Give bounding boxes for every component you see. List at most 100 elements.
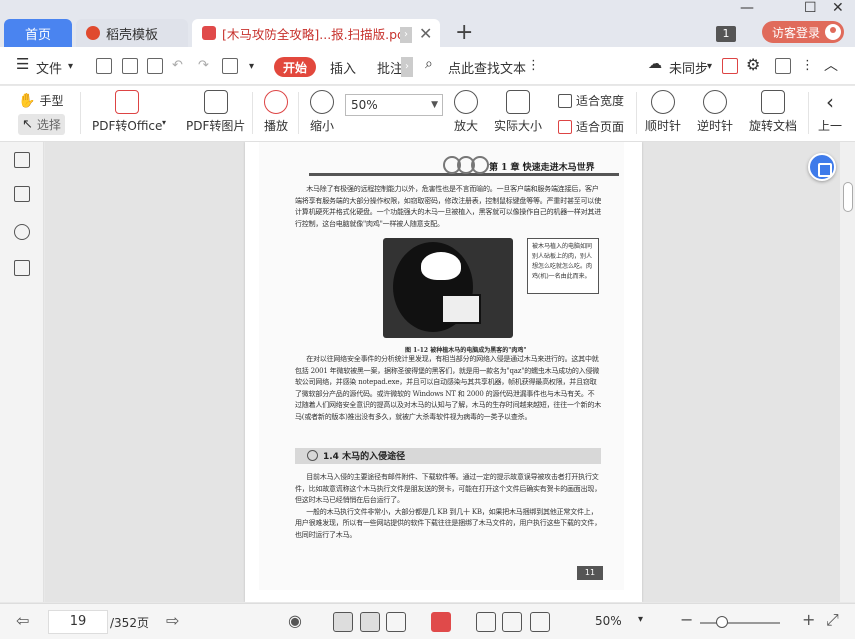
search-icon[interactable]: ⌕ [425,56,433,72]
tab-document-label: [木马攻防全攻略]...报.扫描版.pdf [222,26,410,42]
more-dropdown-icon[interactable]: ▾ [249,61,254,72]
close-window-icon[interactable]: ✕ [832,0,844,16]
single-page-view-icon[interactable] [360,612,380,632]
more-icon[interactable]: ⋮ [801,58,814,73]
menu-file[interactable]: 文件 [36,58,62,77]
tab-overflow-arrow[interactable]: › [400,27,412,43]
open-folder-icon[interactable] [96,58,112,74]
pdf-to-image-button[interactable]: PDF转图片 [186,90,245,134]
close-tab-icon[interactable]: ✕ [419,24,432,43]
menu-overflow-arrow[interactable]: › [401,57,413,77]
next-page-arrow-icon[interactable]: ⇨ [166,611,179,630]
fullscreen-icon[interactable]: ⤢ [826,610,839,630]
left-sidebar [0,142,44,602]
minimize-icon[interactable]: — [740,0,754,16]
new-tab-icon[interactable]: + [455,20,473,45]
collapse-ribbon-icon[interactable]: ︿ [824,55,838,75]
avatar-icon [825,24,841,40]
zoom-dropdown-icon[interactable]: ▾ [638,614,643,625]
chapter-title: 第 1 章 快速走进木马世界 [489,163,595,173]
annotation-icon[interactable] [14,224,30,240]
monster-face [421,252,461,280]
maximize-icon[interactable]: ☐ [804,0,817,16]
paragraph-text: 木马除了有极强的远程控制能力以外，危害性也是不言而喻的。一旦客户端和服务端连接后… [295,185,601,228]
hand-icon: ✋ [18,92,36,109]
rotate-document-button[interactable]: 旋转文档 [749,90,797,134]
thumbnail-icon[interactable] [14,186,30,202]
bookmark-icon[interactable] [14,260,30,276]
paragraph-text: 一般的木马执行文件非常小，大部分都是几 KB 到几十 KB，如果把木马捆绑到其他… [295,507,601,539]
continuous-view-icon[interactable] [333,612,353,632]
zoom-slider-knob[interactable] [716,616,728,628]
outline-icon[interactable] [14,152,30,168]
settings-gear-icon[interactable]: ⚙ [746,55,760,74]
undo-icon[interactable]: ↶ [172,58,183,73]
zoom-out-button[interactable]: 缩小 [310,90,334,134]
play-slideshow-icon[interactable] [431,612,451,632]
zoom-in-plus-icon[interactable]: + [802,610,815,629]
print-icon[interactable] [147,58,163,74]
actual-size-status-icon[interactable] [476,612,496,632]
rotate-counterclockwise-button[interactable]: 逆时针 [697,90,733,134]
previous-page-button[interactable]: ‹ 上一 [818,90,842,134]
rotate-ccw-icon [703,90,727,114]
image-icon [203,90,228,114]
actual-size-button[interactable]: 实际大小 [494,90,542,134]
toolbar-divider [808,92,809,134]
more-options-icon[interactable]: ⋮ [527,58,540,73]
page-number-badge: 11 [577,566,603,580]
zoom-in-button[interactable]: 放大 [454,90,478,134]
fit-width-button[interactable]: 适合宽度 [558,92,624,109]
save-icon[interactable] [122,58,138,74]
window-count-badge[interactable]: 1 [716,26,736,42]
zoom-out-label: 缩小 [310,119,335,133]
sync-dropdown-icon[interactable]: ▾ [707,61,712,72]
rotate-document-label: 旋转文档 [749,119,798,133]
paragraph: 目前木马入侵的主要途径有邮件附件、下载软件等。通过一定的提示故意误导被攻击者打开… [295,472,601,541]
two-page-view-icon[interactable] [386,612,406,632]
zoom-select[interactable]: 50% ▼ [345,94,443,116]
previous-page-label: 上一 [818,119,843,133]
redo-icon[interactable]: ↷ [198,58,209,73]
rotate-cw-label: 顺时针 [645,119,682,133]
rotate-clockwise-button[interactable]: 顺时针 [645,90,681,134]
previous-page-arrow-icon[interactable]: ⇦ [16,611,29,630]
play-icon [264,90,288,114]
menu-insert[interactable]: 插入 [330,58,356,77]
fit-page-button[interactable]: 适合页面 [558,118,624,135]
pdf-convert-icon[interactable] [222,58,238,74]
select-tool[interactable]: ↖ 选择 [18,114,65,135]
share-icon[interactable] [722,58,738,74]
pdf-to-office-dropdown-icon[interactable]: ▾ [162,118,166,127]
page-number-input[interactable]: 19 [48,610,108,634]
eye-protection-icon[interactable]: ◉ [288,611,302,630]
zoom-out-minus-icon[interactable]: − [680,610,693,629]
pdf-to-office-button[interactable]: PDF转Office [92,90,162,134]
chevron-down-icon[interactable]: ▾ [68,61,73,72]
paragraph-text: 目前木马入侵的主要途径有邮件附件、下载软件等。通过一定的提示故意误导被攻击者打开… [295,473,601,504]
export-icon[interactable] [775,58,791,74]
zoom-slider-track[interactable] [700,622,780,624]
hamburger-menu-icon[interactable]: ☰ [16,55,29,73]
fit-width-status-icon[interactable] [530,612,550,632]
play-button[interactable]: 播放 [264,90,288,134]
total-pages: /352页 [110,616,149,630]
floating-tools-button[interactable] [808,153,836,181]
menu-annotate[interactable]: 批注 [377,58,403,77]
fit-page-status-icon[interactable] [502,612,522,632]
vertical-scrollbar-thumb[interactable] [843,182,853,212]
tab-template[interactable]: 稻壳模板 [76,19,188,47]
menu-start[interactable]: 开始 [274,57,316,77]
select-tool-label: 选择 [36,118,61,132]
hand-tool-label: 手型 [39,94,64,108]
document-viewport[interactable]: 第 1 章 快速走进木马世界 木马除了有极强的远程控制能力以外，危害性也是不言而… [45,142,840,602]
cloud-sync-icon[interactable]: ☁ [648,56,662,72]
ribbon-toolbar: ✋ 手型 ↖ 选择 PDF转Office ▾ PDF转图片 播放 缩小 50% … [0,86,855,142]
tab-home[interactable]: 首页 [4,19,72,47]
menu-row: ☰ 文件 ▾ ↶ ↷ ▾ 开始 插入 批注 › ⌕ 点此查找文本 ⋮ ☁ 未同步… [0,47,855,85]
zoom-percentage[interactable]: 50% [595,614,622,628]
guest-login-button[interactable]: 访客登录 [762,21,844,43]
search-text-box[interactable]: 点此查找文本 [448,58,526,77]
hand-tool[interactable]: ✋ 手型 [18,92,63,109]
sync-status[interactable]: 未同步 [669,58,708,77]
